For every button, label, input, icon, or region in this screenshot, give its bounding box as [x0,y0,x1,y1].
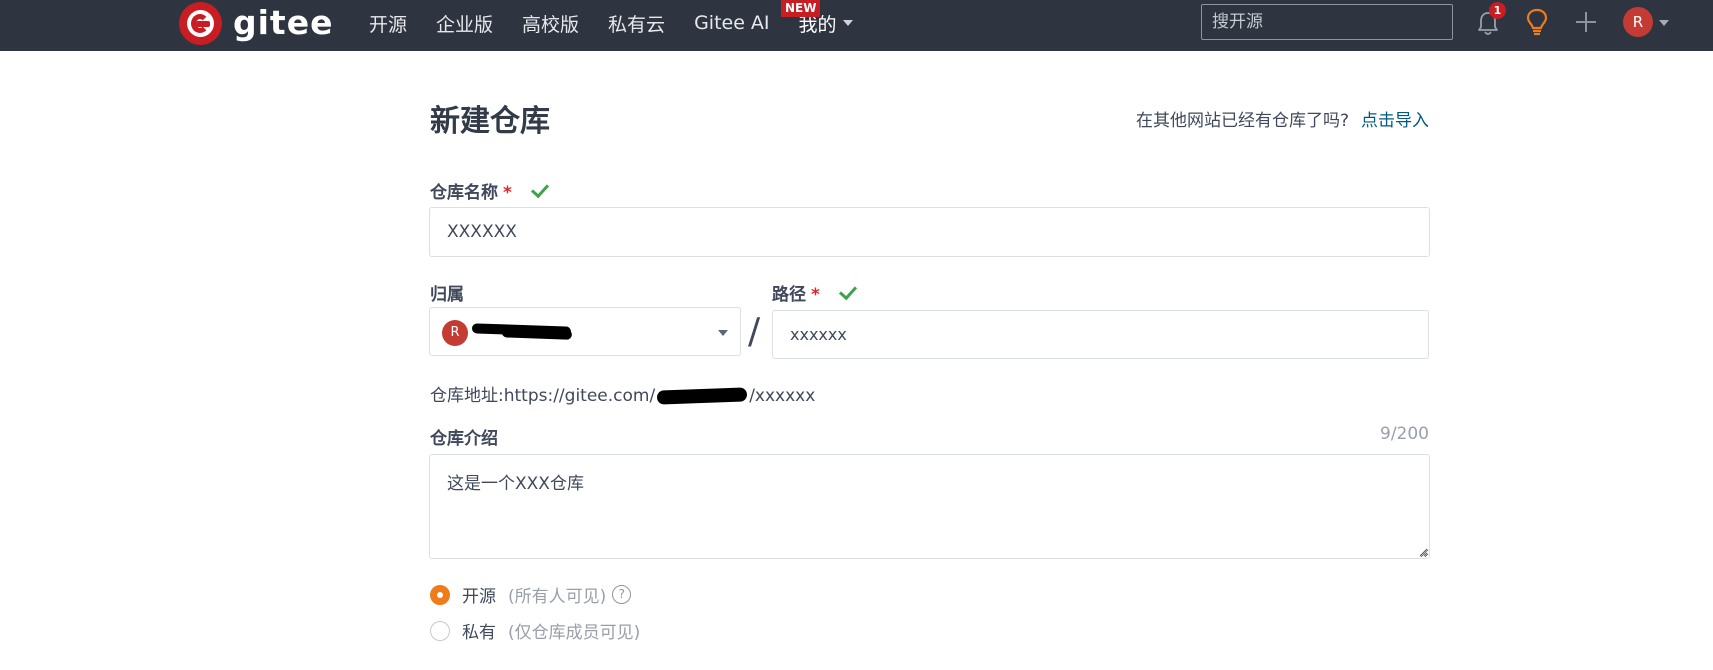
redacted-url-owner [656,387,748,405]
description-label: 仓库介绍 [430,429,498,449]
owner-avatar: R [442,320,468,346]
notification-badge: 1 [1489,2,1506,19]
radio-public[interactable] [430,584,450,605]
import-link[interactable]: 点击导入 [1361,111,1429,131]
repo-url-suffix: /xxxxxx [749,386,816,406]
radio-private[interactable] [430,620,450,641]
import-hint: 在其他网站已经有仓库了吗? 点击导入 [1136,106,1429,131]
page-title: 新建仓库 [430,104,550,139]
nav-item-gitee-ai[interactable]: Gitee AI [694,12,769,34]
path-label: 路径 * [772,280,857,305]
repo-name-input[interactable] [429,207,1430,257]
plus-icon[interactable] [1573,9,1599,35]
nav-item-open-source[interactable]: 开源 [369,10,407,37]
repo-url: 仓库地址:https://gitee.com/ /xxxxxx [430,381,815,406]
path-separator: / [748,311,761,352]
description-counter: 9/200 [1380,424,1429,444]
path-input[interactable] [772,310,1429,359]
gitee-logo[interactable]: gitee [179,1,333,45]
resize-grip-icon[interactable] [1418,547,1428,557]
avatar-chevron-down-icon[interactable] [1659,20,1669,26]
chevron-down-icon [718,330,728,336]
chevron-down-icon [842,20,853,26]
new-badge: NEW [781,0,821,17]
repo-name-label: 仓库名称 * [430,178,549,203]
check-icon [838,281,857,301]
top-navbar: gitee 开源 企业版 高校版 私有云 Gitee AI 我的 NEW 1 R [0,0,1713,51]
nav-item-private-cloud[interactable]: 私有云 [608,10,665,37]
redacted-owner-name [471,323,572,337]
radio-public-hint: (所有人可见) [508,587,607,607]
required-mark: * [503,183,512,203]
owner-label: 归属 [430,285,464,305]
logo-text: gitee [233,3,334,42]
repo-url-prefix: 仓库地址:https://gitee.com/ [430,386,656,406]
radio-public-label: 开源 [462,587,496,607]
repo-name-label-text: 仓库名称 [430,183,498,203]
import-hint-text: 在其他网站已经有仓库了吗? [1135,111,1349,131]
nav-item-education[interactable]: 高校版 [522,10,579,37]
lightbulb-icon[interactable] [1524,7,1550,37]
visibility-option-private[interactable]: 私有 (仅仓库成员可见) [430,618,640,643]
radio-private-label: 私有 [462,623,496,643]
owner-select[interactable]: R [429,307,741,356]
required-mark: * [811,285,820,305]
nav-item-enterprise[interactable]: 企业版 [436,10,493,37]
radio-private-hint: (仅仓库成员可见) [508,623,641,643]
path-label-text: 路径 [772,285,806,305]
visibility-option-public[interactable]: 开源 (所有人可见) ? [430,582,632,607]
user-avatar[interactable]: R [1623,7,1653,37]
description-textarea[interactable]: 这是一个XXX仓库 [429,454,1430,559]
help-icon[interactable]: ? [612,585,632,604]
check-icon [530,179,549,199]
gitee-logo-icon [179,1,222,45]
search-input[interactable] [1201,4,1453,40]
